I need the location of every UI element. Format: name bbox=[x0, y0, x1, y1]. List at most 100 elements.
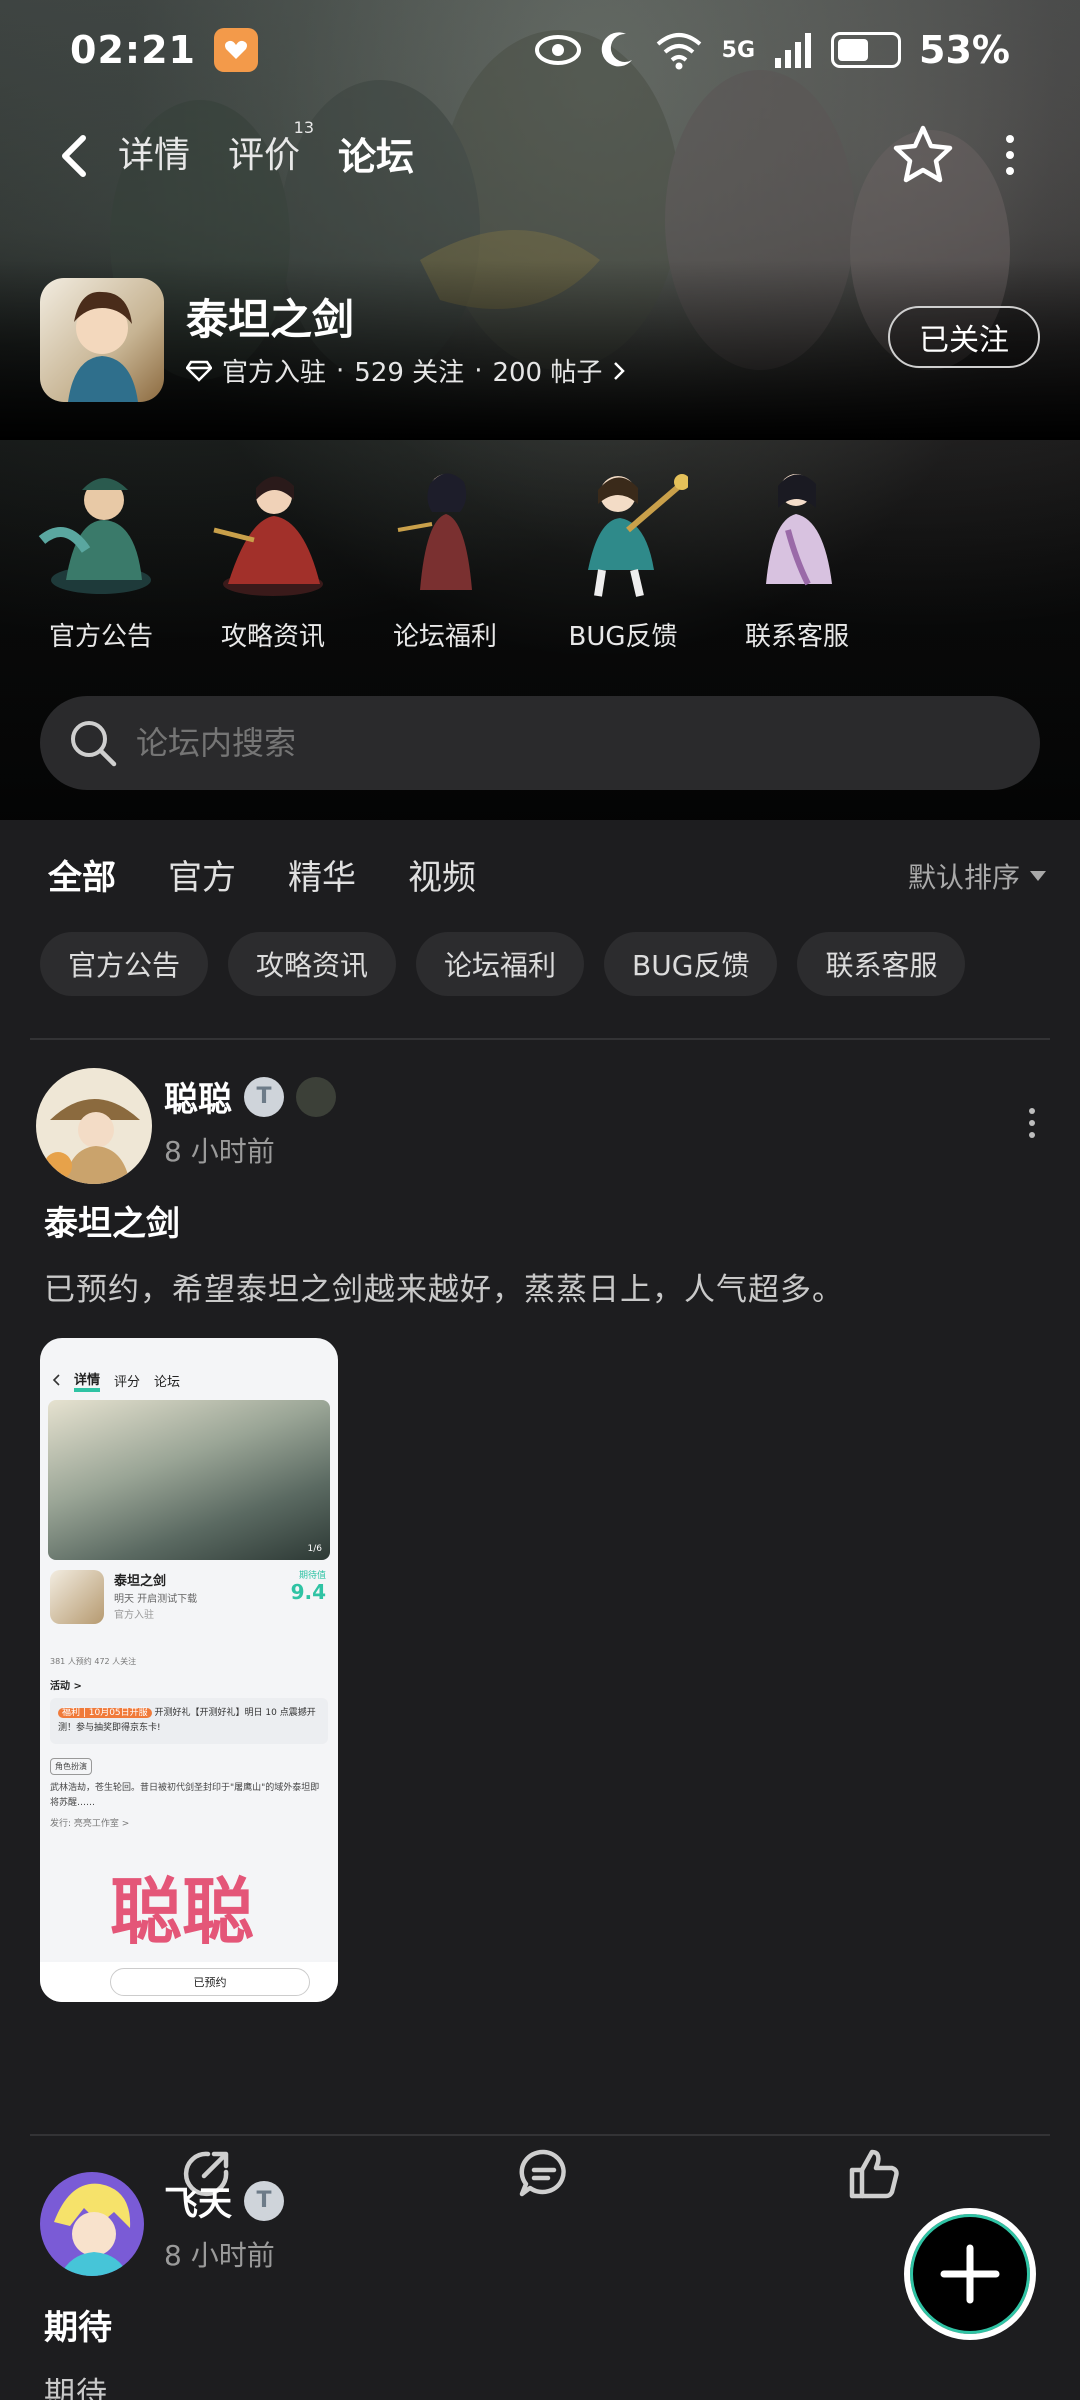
author-name[interactable]: 聪聪 bbox=[164, 1072, 232, 1121]
post-time: 8 小时前 bbox=[164, 2239, 275, 2272]
top-nav: 详情 评价 13 论坛 bbox=[0, 110, 1080, 200]
category-bug[interactable]: BUG反馈 bbox=[548, 460, 698, 653]
post-title: 期待 bbox=[44, 2308, 112, 2348]
game-character-icon bbox=[68, 291, 138, 402]
post-author: 飞天 T bbox=[164, 2176, 284, 2225]
plus-icon bbox=[940, 2244, 1000, 2304]
filter-tab-official[interactable]: 官方 bbox=[168, 850, 236, 899]
level-badge: T bbox=[244, 2180, 284, 2221]
diamond-icon bbox=[186, 360, 212, 382]
follow-button[interactable]: 已关注 bbox=[888, 306, 1040, 368]
post-count[interactable]: 200 帖子 bbox=[492, 352, 602, 389]
tab-reviews[interactable]: 评价 13 bbox=[228, 118, 314, 181]
post-title: 泰坦之剑 bbox=[44, 1204, 180, 1244]
avatar[interactable] bbox=[36, 1068, 152, 1184]
game-icon[interactable] bbox=[40, 278, 164, 402]
chip-service[interactable]: 联系客服 bbox=[797, 932, 966, 996]
image-bottom-bar: 已预约 bbox=[40, 1962, 338, 2002]
image-status-bar bbox=[40, 1338, 338, 1360]
image-game-info: 泰坦之剑 明天 开启测试下载 官方入驻 期待值 9.4 bbox=[40, 1560, 338, 1656]
game-name: 泰坦之剑 bbox=[186, 295, 355, 344]
image-watermark: 聪聪 bbox=[110, 1870, 255, 1954]
category-label: 联系客服 bbox=[744, 622, 849, 652]
network-type: 5G bbox=[721, 37, 756, 63]
category-shortcuts: 官方公告 攻略资讯 论坛福利 BUG反馈 联系客服 bbox=[0, 460, 1080, 660]
category-label: 论坛福利 bbox=[392, 622, 497, 652]
chevron-right-icon bbox=[614, 361, 626, 380]
character-welfare-icon bbox=[397, 473, 472, 590]
sort-label: 默认排序 bbox=[907, 861, 1020, 894]
category-label: 攻略资讯 bbox=[220, 622, 325, 652]
forum-search-bar[interactable] bbox=[40, 696, 1040, 790]
search-input[interactable] bbox=[136, 724, 936, 762]
status-time: 02:21 bbox=[70, 28, 196, 72]
more-menu-button[interactable] bbox=[990, 122, 1030, 188]
chip-guide[interactable]: 攻略资讯 bbox=[228, 932, 397, 996]
image-banner: 1/6 bbox=[48, 1400, 330, 1560]
category-guide[interactable]: 攻略资讯 bbox=[198, 460, 348, 653]
post-card[interactable]: 聪聪 T 8 小时前 泰坦之剑 已预约，希望泰坦之剑越来越好，蒸蒸日上，人气超多… bbox=[0, 1068, 1080, 2358]
nav-tabs: 详情 评价 13 论坛 bbox=[118, 118, 415, 183]
filter-tab-all[interactable]: 全部 bbox=[48, 850, 116, 903]
post-author: 聪聪 T bbox=[164, 1072, 336, 1121]
image-game-icon bbox=[50, 1570, 104, 1624]
status-bar: 02:21 5G 53% bbox=[0, 0, 1080, 100]
category-label: 官方公告 bbox=[48, 622, 153, 652]
character-bug-icon bbox=[588, 474, 690, 597]
favorite-button[interactable] bbox=[890, 122, 956, 188]
back-button[interactable] bbox=[44, 126, 104, 186]
category-service[interactable]: 联系客服 bbox=[722, 460, 872, 653]
battery-level bbox=[838, 39, 869, 61]
medal-badge bbox=[296, 1076, 336, 1117]
post-time: 8 小时前 bbox=[164, 1135, 275, 1168]
caret-down-icon bbox=[1030, 871, 1046, 881]
chip-bug[interactable]: BUG反馈 bbox=[604, 932, 778, 996]
forum-feed: 全部 官方 精华 视频 默认排序 官方公告 攻略资讯 论坛福利 BUG反馈 联系… bbox=[0, 820, 1080, 2400]
follower-count[interactable]: 529 关注 bbox=[354, 352, 464, 389]
filter-tab-video[interactable]: 视频 bbox=[408, 850, 476, 899]
chevron-left-icon bbox=[62, 135, 86, 177]
create-post-button[interactable] bbox=[904, 2208, 1036, 2340]
category-welfare[interactable]: 论坛福利 bbox=[370, 460, 520, 653]
chip-official[interactable]: 官方公告 bbox=[40, 932, 209, 996]
category-official[interactable]: 官方公告 bbox=[26, 460, 176, 653]
avatar-image bbox=[40, 2172, 144, 2276]
avatar[interactable] bbox=[40, 2172, 144, 2276]
chevron-left-icon bbox=[52, 1374, 60, 1386]
image-nav: 详情 评分 论坛 bbox=[40, 1360, 338, 1400]
filter-tab-featured[interactable]: 精华 bbox=[288, 850, 356, 899]
character-guide-icon bbox=[213, 476, 323, 596]
category-chips: 官方公告 攻略资讯 论坛福利 BUG反馈 联系客服 bbox=[40, 932, 966, 996]
tab-forum[interactable]: 论坛 bbox=[338, 126, 415, 183]
author-name[interactable]: 飞天 bbox=[164, 2176, 232, 2225]
chip-welfare[interactable]: 论坛福利 bbox=[416, 932, 585, 996]
star-icon bbox=[893, 125, 953, 183]
divider bbox=[30, 2134, 1050, 2136]
search-icon bbox=[71, 721, 117, 767]
post-body: 已预约，希望泰坦之剑越来越好，蒸蒸日上，人气超多。 bbox=[44, 1272, 844, 1308]
category-label: BUG反馈 bbox=[568, 622, 678, 652]
moon-icon bbox=[601, 32, 632, 67]
image-description: 角色扮演 武林浩劫，苍生轮回。昔日被初代剑圣封印于"屠鹰山"的域外泰坦即将苏醒…… bbox=[50, 1758, 328, 1832]
divider bbox=[30, 1038, 1050, 1040]
post-body: 期待 bbox=[44, 2376, 108, 2400]
game-info: 泰坦之剑 官方入驻 · 529 关注 · 200 帖子 已关注 bbox=[40, 276, 1040, 406]
character-service-icon bbox=[766, 474, 832, 586]
post-image[interactable]: 详情 评分 论坛 1/6 泰坦之剑 明天 开启测试下载 官方入驻 期待值 9.4… bbox=[40, 1338, 338, 2002]
status-icons: 5G 53% bbox=[534, 28, 1010, 72]
level-badge: T bbox=[244, 1076, 284, 1117]
battery-icon bbox=[831, 32, 902, 68]
review-count-badge: 13 bbox=[293, 118, 315, 137]
tab-details[interactable]: 详情 bbox=[118, 126, 190, 181]
eye-icon bbox=[534, 35, 581, 65]
notification-app-icon bbox=[213, 28, 258, 72]
character-official-icon bbox=[38, 478, 151, 594]
game-meta: 官方入驻 · 529 关注 · 200 帖子 bbox=[186, 352, 626, 389]
post-more-button[interactable] bbox=[1024, 1108, 1040, 1148]
signal-icon bbox=[775, 33, 812, 68]
image-promo: 福利 | 10月05日开服 开测好礼【开测好礼】明日 10 点震撼开测！参与抽奖… bbox=[50, 1698, 328, 1744]
filter-tabs: 全部 官方 精华 视频 bbox=[48, 850, 476, 903]
avatar-image bbox=[36, 1068, 152, 1184]
wifi-icon bbox=[656, 33, 701, 70]
sort-dropdown[interactable]: 默认排序 bbox=[908, 856, 1046, 896]
